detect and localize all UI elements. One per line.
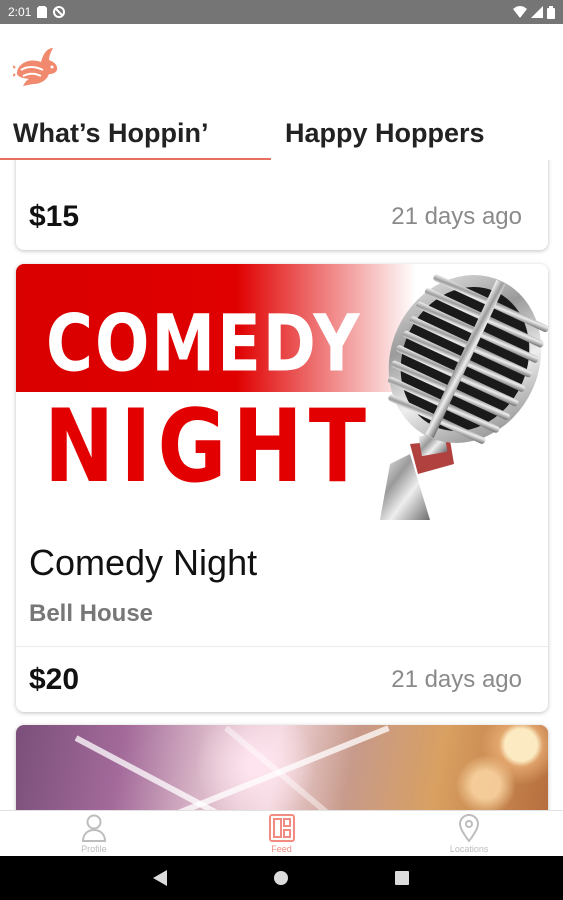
tab-bar: What’s Hoppin’ Happy Hoppers bbox=[0, 106, 563, 160]
person-icon bbox=[81, 814, 106, 842]
nav-locations[interactable]: Locations bbox=[375, 811, 563, 856]
system-nav-bar bbox=[0, 856, 563, 900]
no-sync-icon bbox=[53, 6, 66, 18]
location-pin-icon bbox=[459, 814, 480, 842]
tab-whats-hoppin[interactable]: What’s Hoppin’ bbox=[0, 106, 271, 160]
bottom-nav: Profile Feed Locations bbox=[0, 810, 563, 856]
event-feed[interactable]: $15 21 days ago COMEDY NIGHT Comedy Nigh… bbox=[0, 160, 563, 810]
tab-label: Happy Hoppers bbox=[285, 117, 485, 148]
back-icon[interactable] bbox=[152, 870, 168, 886]
status-left: 2:01 bbox=[8, 5, 66, 19]
event-time-ago: 21 days ago bbox=[391, 665, 522, 693]
battery-icon bbox=[547, 5, 555, 19]
banner-text-comedy: COMEDY bbox=[46, 299, 362, 391]
status-bar: 2:01 bbox=[0, 0, 563, 24]
card-footer: $15 21 days ago bbox=[16, 184, 548, 250]
nav-label: Locations bbox=[449, 844, 489, 854]
sd-card-icon bbox=[37, 6, 48, 18]
microphone-icon bbox=[380, 274, 548, 520]
concert-lights-photo bbox=[16, 725, 548, 810]
feed-icon bbox=[268, 814, 295, 842]
banner-text-night: NIGHT bbox=[44, 387, 373, 506]
status-time: 2:01 bbox=[8, 5, 32, 19]
event-price: $15 bbox=[29, 200, 80, 233]
event-time-ago: 21 days ago bbox=[391, 203, 522, 230]
nav-label: Feed bbox=[271, 844, 292, 854]
nav-profile[interactable]: Profile bbox=[0, 811, 188, 856]
app-header: What’s Hoppin’ Happy Hoppers bbox=[0, 24, 563, 160]
rabbit-logo-icon[interactable] bbox=[12, 46, 59, 90]
event-venue: Bell House bbox=[29, 600, 154, 627]
event-image: COMEDY NIGHT bbox=[16, 264, 548, 520]
tab-happy-hoppers[interactable]: Happy Hoppers bbox=[271, 106, 563, 160]
tab-label: What’s Hoppin’ bbox=[13, 117, 209, 148]
recents-icon[interactable] bbox=[394, 870, 410, 886]
wifi-icon bbox=[513, 6, 527, 18]
event-title: Comedy Night bbox=[29, 542, 258, 583]
nav-feed[interactable]: Feed bbox=[188, 811, 376, 856]
card-footer: $20 21 days ago bbox=[16, 646, 548, 712]
event-card[interactable]: $15 21 days ago bbox=[16, 160, 548, 250]
signal-icon bbox=[531, 6, 543, 18]
status-right bbox=[513, 5, 555, 19]
event-card[interactable] bbox=[16, 725, 548, 810]
event-card[interactable]: COMEDY NIGHT Comedy Night Bell House $20… bbox=[16, 264, 548, 712]
nav-label: Profile bbox=[81, 844, 107, 854]
home-icon[interactable] bbox=[273, 870, 289, 886]
event-price: $20 bbox=[29, 662, 80, 696]
